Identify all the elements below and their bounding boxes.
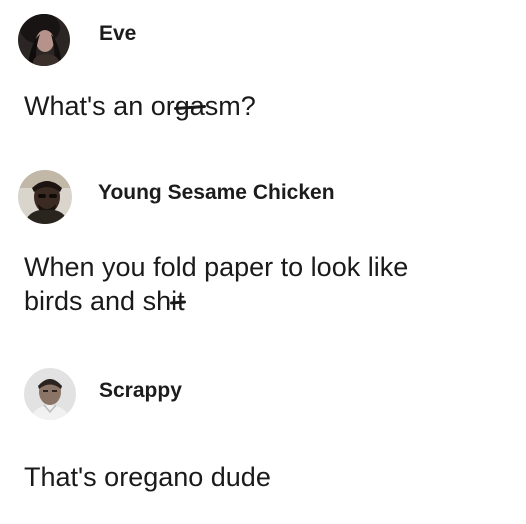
comment-young-sesame-chicken: Young Sesame Chicken When you fold paper… bbox=[0, 160, 526, 340]
comment-eve: Eve What's an orgasm? bbox=[0, 0, 526, 140]
comment-text: What's an orgasm? bbox=[24, 91, 256, 121]
comment-text: When you fold paper to look like birds a… bbox=[24, 250, 408, 318]
scribbled-out-text: ga bbox=[174, 91, 205, 121]
comment-scrappy: Scrappy That's oregano dude bbox=[0, 360, 526, 524]
comment-text-line: birds and shit bbox=[24, 286, 185, 316]
username[interactable]: Scrappy bbox=[99, 379, 182, 403]
avatar[interactable] bbox=[18, 14, 70, 66]
avatar[interactable] bbox=[18, 170, 72, 224]
avatar[interactable] bbox=[24, 368, 76, 420]
comment-text-line: When you fold paper to look like bbox=[24, 252, 409, 282]
username[interactable]: Young Sesame Chicken bbox=[98, 181, 335, 205]
scribbled-out-text: it bbox=[171, 286, 185, 316]
comment-text: That's oregano dude bbox=[24, 462, 271, 492]
username[interactable]: Eve bbox=[99, 22, 136, 46]
